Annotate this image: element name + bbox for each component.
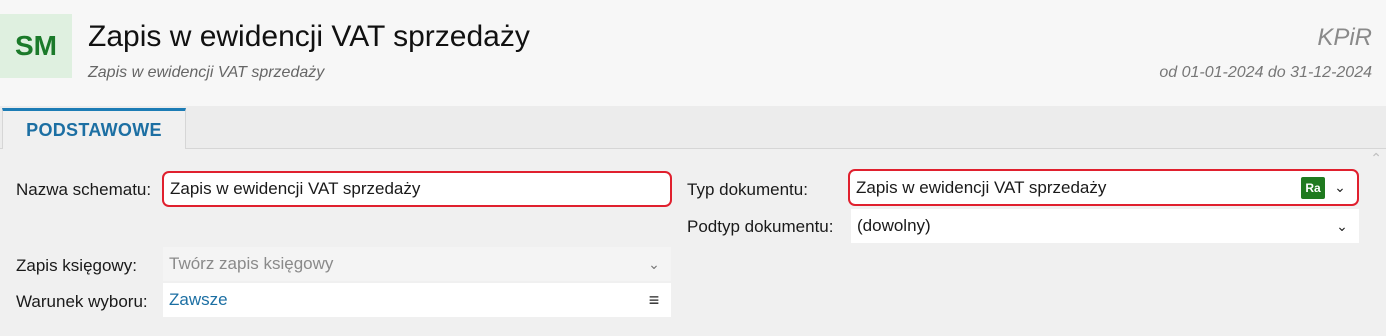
tab-podstawowe[interactable]: PODSTAWOWE [2, 108, 186, 149]
selection-condition-link[interactable]: Zawsze [169, 290, 643, 310]
document-type-select[interactable]: Zapis w ewidencji VAT sprzedaży Ra ⌄ [848, 169, 1359, 206]
ra-document-icon: Ra [1301, 176, 1325, 199]
chevron-down-icon: ⌄ [648, 255, 660, 272]
accounting-entry-label: Zapis księgowy: [16, 256, 137, 275]
accounting-entry-select[interactable]: Twórz zapis księgowy ⌄ [163, 247, 671, 281]
page-header: SM Zapis w ewidencji VAT sprzedaży Zapis… [0, 0, 1386, 106]
tab-bar: PODSTAWOWE [0, 106, 1386, 149]
accounting-entry-value: Twórz zapis księgowy [169, 254, 334, 273]
scheme-name-value: Zapis w ewidencji VAT sprzedaży [170, 179, 421, 198]
selection-condition-label: Warunek wyboru: [16, 292, 148, 311]
page-title: Zapis w ewidencji VAT sprzedaży [88, 20, 530, 53]
document-subtype-value: (dowolny) [857, 216, 931, 235]
chevron-up-icon[interactable]: ⌃ [1370, 150, 1382, 167]
scheme-name-label: Nazwa schematu: [16, 180, 152, 199]
scheme-name-input[interactable]: Zapis w ewidencji VAT sprzedaży [162, 171, 672, 207]
document-type-value: Zapis w ewidencji VAT sprzedaży [856, 177, 1107, 197]
document-subtype-select[interactable]: (dowolny) ⌄ [851, 209, 1359, 243]
document-type-label: Typ dokumentu: [687, 180, 808, 199]
app-badge: SM [0, 14, 72, 78]
module-name: KPiR [1317, 24, 1372, 51]
document-subtype-label: Podtyp dokumentu: [687, 217, 834, 236]
page-subtitle: Zapis w ewidencji VAT sprzedaży [88, 64, 325, 81]
selection-condition-field[interactable]: Zawsze ≡ [163, 283, 671, 317]
period-range: od 01-01-2024 do 31-12-2024 [1159, 64, 1372, 81]
chevron-down-icon[interactable]: ⌄ [1329, 179, 1351, 196]
chevron-down-icon[interactable]: ⌄ [1331, 218, 1353, 235]
hamburger-menu-icon[interactable]: ≡ [643, 290, 665, 311]
